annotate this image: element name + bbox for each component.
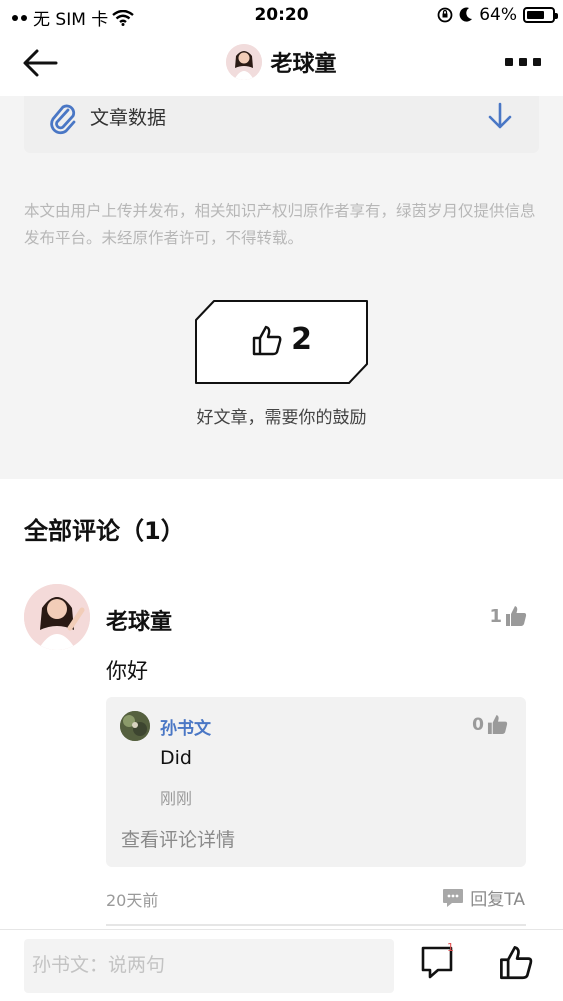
comments-title: 全部评论（1） [24,517,185,545]
article-like-button[interactable]: 2 [194,300,369,384]
avatar[interactable] [120,711,150,741]
comment-like-count: 1 [489,605,502,627]
comments-section: 全部评论（1） 老球童 1 你好 孙书文 0 Did 刚刚 查看评论详情 20天… [0,479,563,929]
comment-like-button[interactable]: 1 [489,605,527,627]
reply-label: 回复TA [470,890,525,910]
thumbs-up-icon [252,325,282,355]
status-bar: 无 SIM 卡 20:20 64% [0,0,563,32]
comment-input[interactable] [24,939,394,993]
divider [106,924,526,926]
reply-text: Did [160,747,192,769]
reply-like-count: 0 [472,714,484,735]
thumbs-up-icon[interactable] [498,944,534,980]
reply-button[interactable]: 回复TA [442,885,525,910]
comment-time: 20天前 [106,891,159,910]
avatar [226,44,263,80]
paperclip-icon [50,104,76,135]
bottom-bar: 1 [0,929,563,1001]
reply-like-button[interactable]: 0 [472,714,508,735]
view-comment-details-link[interactable]: 查看评论详情 [121,825,235,852]
page-title: 老球童 [270,52,337,77]
battery-icon [523,7,558,23]
reply-author[interactable]: 孙书文 [160,714,211,739]
comment-count-badge: 1 [447,941,454,954]
comment-author[interactable]: 老球童 [106,604,172,636]
reply-box[interactable]: 孙书文 0 Did 刚刚 查看评论详情 [106,697,526,867]
comment-text: 你好 [106,659,148,683]
orientation-lock-icon [437,7,453,23]
like-caption: 好文章，需要你的鼓励 [196,408,367,428]
copyright-disclaimer: 本文由用户上传并发布，相关知识产权归原作者享有，绿茵岁月仅提供信息发布平台。未经… [24,202,536,247]
battery-percent: 64% [479,5,517,25]
article-data-card[interactable]: 文章数据 [24,96,539,153]
like-count: 2 [291,322,312,357]
reply-time: 刚刚 [160,789,193,808]
avatar[interactable] [24,584,90,650]
status-right: 64% [437,5,558,25]
more-menu-icon[interactable] [505,58,541,66]
article-data-label: 文章数据 [90,107,167,129]
download-arrow-icon[interactable] [487,100,513,132]
moon-icon [459,7,473,22]
thumbs-up-icon [487,714,508,735]
thumbs-up-icon [506,606,527,626]
nav-bar: 老球童 [0,32,563,96]
nav-author[interactable]: 老球童 [0,44,563,80]
chat-bubble-icon [443,888,464,907]
